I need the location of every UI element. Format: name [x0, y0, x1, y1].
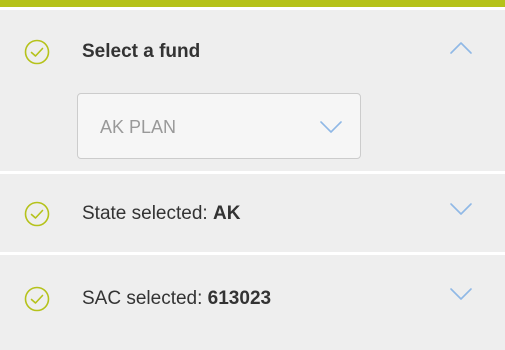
sac-label: SAC selected: — [82, 288, 208, 309]
sac-panel: SAC selected: 613023 — [0, 255, 505, 350]
fund-select[interactable]: AK PLAN — [77, 93, 361, 159]
fund-panel-title: Select a fund — [82, 41, 201, 62]
check-circle-icon — [24, 201, 50, 227]
chevron-down-icon[interactable] — [449, 287, 473, 301]
fund-select-value: AK PLAN — [100, 117, 177, 137]
chevron-down-icon — [320, 121, 342, 133]
chevron-down-icon[interactable] — [449, 202, 473, 216]
chevron-up-icon[interactable] — [449, 41, 473, 55]
state-panel: State selected: AK — [0, 174, 505, 252]
fund-panel-header[interactable]: Select a fund — [0, 10, 505, 88]
sac-panel-header[interactable]: SAC selected: 613023 — [0, 255, 505, 333]
fund-selection-accordion: Select a fund AK PLAN State selected: AK — [0, 0, 505, 350]
check-circle-icon — [24, 39, 50, 65]
state-panel-title: State selected: AK — [82, 203, 240, 225]
state-label: State selected: — [82, 203, 213, 224]
fund-panel: Select a fund AK PLAN — [0, 10, 505, 171]
sac-value: 613023 — [207, 288, 272, 309]
accent-bar — [0, 0, 505, 7]
sac-panel-title: SAC selected: 613023 — [82, 288, 271, 310]
check-circle-icon — [24, 286, 50, 312]
state-panel-header[interactable]: State selected: AK — [0, 174, 505, 252]
state-value: AK — [212, 203, 241, 224]
